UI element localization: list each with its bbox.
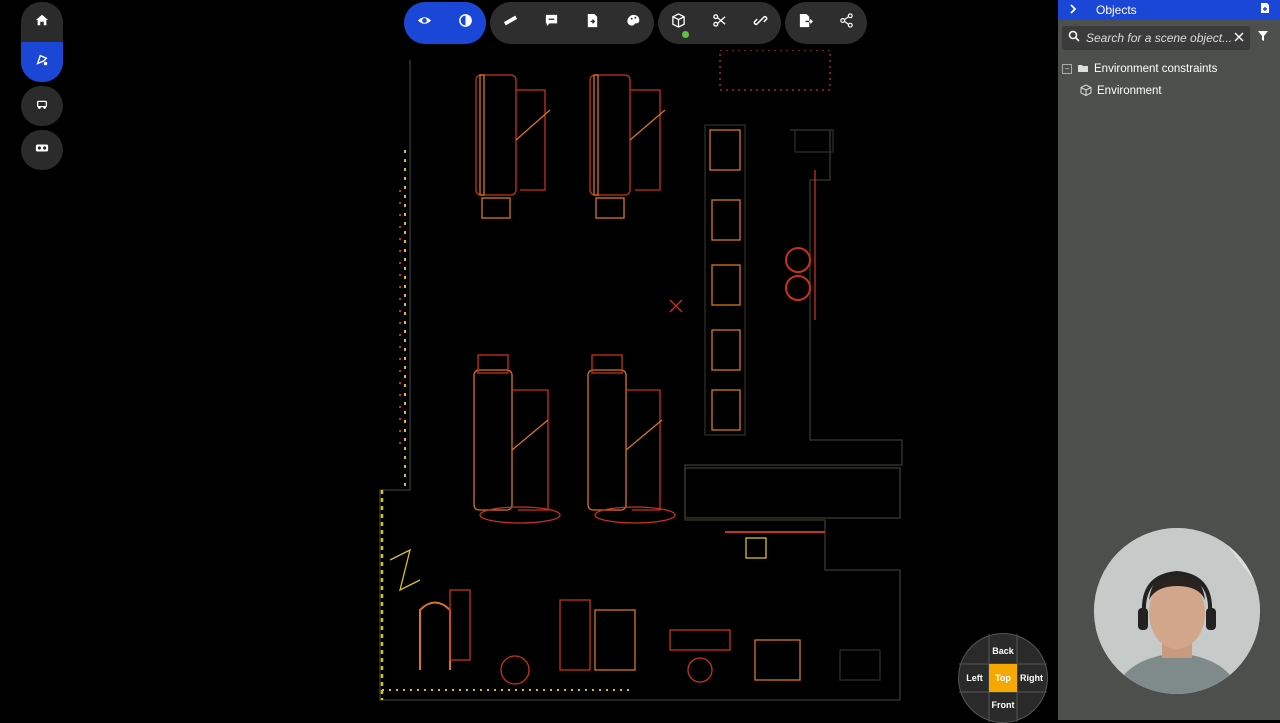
toolbar-group-view: [404, 2, 486, 44]
scene-edit-button[interactable]: [21, 42, 63, 82]
export-icon: [798, 13, 813, 33]
home-button[interactable]: [21, 2, 63, 42]
contrast-icon: [458, 13, 473, 33]
scissors-icon: [712, 13, 727, 33]
robot-button[interactable]: [21, 86, 63, 126]
toolbar-group-output: [785, 2, 867, 44]
folder-icon: [1077, 62, 1094, 77]
presenter-video: [1094, 528, 1260, 694]
left-toolbar: [21, 2, 63, 174]
tree-item-label: Environment constraints: [1094, 63, 1218, 75]
object-tree: − Environment constraints Environment: [1058, 58, 1280, 102]
top-toolbar: [404, 2, 867, 44]
visibility-button[interactable]: [404, 2, 445, 44]
clear-search-icon[interactable]: [1234, 29, 1244, 47]
vr-button[interactable]: [21, 130, 63, 170]
comment-button[interactable]: [531, 2, 572, 44]
left-toolbar-group-main: [21, 2, 63, 82]
search-row: [1062, 26, 1276, 50]
export-button[interactable]: [785, 2, 826, 44]
status-dot: [682, 31, 689, 38]
toolbar-group-edit: [658, 2, 781, 44]
cube-icon: [671, 13, 686, 33]
add-object-button[interactable]: [1250, 0, 1280, 20]
point-cloud: [379, 49, 903, 701]
file-import-button[interactable]: [572, 2, 613, 44]
toolbar-group-tools: [490, 2, 654, 44]
object-button[interactable]: [658, 2, 699, 44]
share-icon: [839, 13, 854, 33]
cube-icon: [1080, 83, 1097, 99]
panel-title: Objects: [1096, 3, 1137, 17]
share-button[interactable]: [826, 2, 867, 44]
view-top-button[interactable]: Top: [989, 664, 1017, 692]
paint-button[interactable]: [613, 2, 654, 44]
search-icon: [1068, 29, 1080, 47]
chevron-right-icon: [1068, 1, 1078, 19]
tree-item-environment[interactable]: Environment: [1058, 80, 1280, 102]
cut-button[interactable]: [699, 2, 740, 44]
left-toolbar-group-vr: [21, 130, 63, 170]
paint-icon: [626, 13, 641, 33]
view-left-button[interactable]: Left: [960, 664, 989, 692]
robot-icon: [35, 97, 49, 116]
scene-viewport[interactable]: [370, 49, 930, 710]
webcam-overlay: [1094, 528, 1260, 694]
view-cube: Back Left Top Right Front: [958, 633, 1048, 723]
contrast-button[interactable]: [445, 2, 486, 44]
scene-edit-icon: [35, 53, 49, 72]
eye-icon: [417, 13, 432, 33]
collapse-toggle[interactable]: −: [1062, 64, 1072, 74]
filter-icon: [1257, 29, 1269, 47]
collapse-panel-button[interactable]: [1058, 0, 1088, 20]
measure-button[interactable]: [490, 2, 531, 44]
search-input[interactable]: [1084, 30, 1234, 46]
view-front-button[interactable]: Front: [989, 692, 1017, 718]
filter-button[interactable]: [1250, 29, 1276, 47]
vr-headset-icon: [35, 141, 49, 160]
view-back-button[interactable]: Back: [989, 638, 1017, 664]
file-import-icon: [585, 13, 600, 33]
panel-header: Objects: [1058, 0, 1280, 20]
link-icon: [753, 13, 768, 33]
ruler-icon: [503, 13, 518, 33]
left-toolbar-group-robot: [21, 86, 63, 126]
search-box: [1062, 26, 1250, 50]
tree-item-environment-constraints[interactable]: − Environment constraints: [1058, 58, 1280, 80]
tree-item-label: Environment: [1097, 85, 1162, 97]
comment-icon: [544, 13, 559, 33]
link-button[interactable]: [740, 2, 781, 44]
home-icon: [35, 13, 49, 32]
view-right-button[interactable]: Right: [1017, 664, 1046, 692]
add-file-icon: [1259, 1, 1271, 19]
